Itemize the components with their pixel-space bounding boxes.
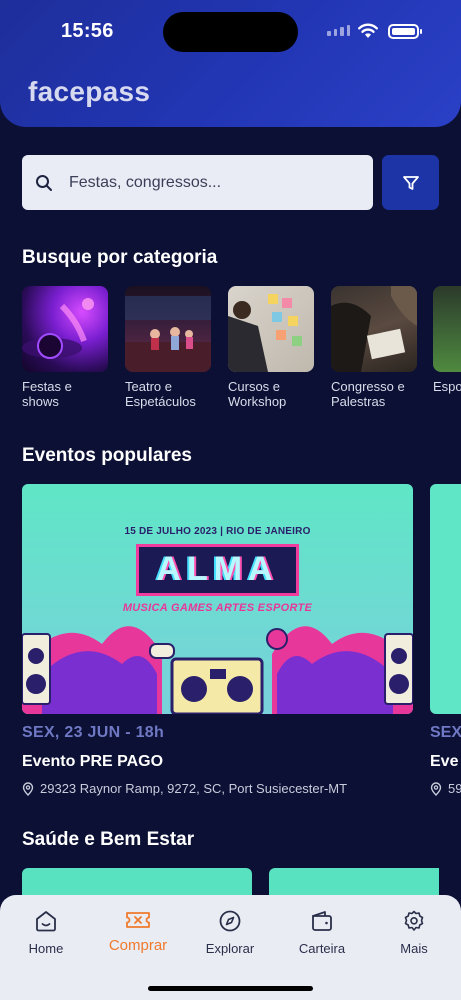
location-pin-icon <box>430 781 442 796</box>
home-indicator[interactable] <box>148 986 313 991</box>
category-congresso[interactable]: Congresso e Palestras <box>331 286 417 409</box>
event-name: Evento PRE PAGO <box>22 753 164 770</box>
category-label: Festas e shows <box>22 379 72 409</box>
banner-artwork <box>22 626 413 714</box>
nav-home[interactable]: Home <box>6 909 86 956</box>
category-cursos[interactable]: Cursos e Workshop <box>228 286 314 409</box>
category-label: Cursos e Workshop <box>228 379 287 409</box>
nav-carteira[interactable]: Carteira <box>282 909 362 956</box>
category-label: Espo <box>433 379 461 394</box>
compass-icon <box>219 910 241 932</box>
filter-button[interactable] <box>382 155 439 210</box>
nav-label: Home <box>28 941 64 956</box>
nav-label: Comprar <box>108 937 168 954</box>
status-time: 15:56 <box>61 20 114 42</box>
search-input[interactable] <box>69 173 349 192</box>
nav-label: Explorar <box>205 941 255 956</box>
event-date: SEX, 23 JUN - 18h <box>22 724 165 741</box>
event-address: 29323 Raynor Ramp, 9272, SC, Port Susiec… <box>40 781 348 796</box>
sports-stadium-photo <box>433 286 461 372</box>
dynamic-island <box>163 12 298 52</box>
banner-title: ALMA <box>156 550 279 588</box>
filter-icon <box>402 175 419 190</box>
categories-title: Busque por categoria <box>22 247 218 268</box>
category-esportes[interactable]: Espo <box>433 286 461 394</box>
category-label: Congresso e Palestras <box>331 379 405 409</box>
event-address-row: 59 <box>430 781 461 796</box>
nav-mais[interactable]: Mais <box>374 909 454 956</box>
category-festas-shows[interactable]: Festas e shows <box>22 286 108 409</box>
banner-date-text: 15 DE JULHO 2023 | RIO DE JANEIRO <box>124 526 311 537</box>
wifi-icon <box>358 23 378 38</box>
nav-label: Carteira <box>298 941 346 956</box>
event-address-row: 29323 Raynor Ramp, 9272, SC, Port Susiec… <box>22 781 413 796</box>
event-date: SEX <box>430 724 461 741</box>
app-header: 15:56 facepass <box>0 0 461 127</box>
nav-explorar[interactable]: Explorar <box>190 909 270 956</box>
search-bar[interactable] <box>22 155 373 210</box>
facepass-logo[interactable]: facepass <box>28 76 150 108</box>
health-section-title: Saúde e Bem Estar <box>22 829 195 850</box>
status-bar: 15:56 <box>0 0 461 62</box>
category-teatro[interactable]: Teatro e Espetáculos <box>125 286 211 409</box>
event-card[interactable]: 15 DE JULHO 2023 | RIO DE JANEIRO ALMA M… <box>22 484 413 796</box>
signal-icon <box>327 25 350 36</box>
workshop-sticky-notes-photo <box>228 286 314 372</box>
theater-stage-photo <box>125 286 211 372</box>
bottom-navigation: Home Comprar Explorar Carteira Mais <box>0 895 461 1000</box>
nav-comprar[interactable]: Comprar <box>98 909 178 954</box>
nav-label: Mais <box>400 941 428 956</box>
event-banner-image: 15 DE JULHO 2023 | RIO DE JANEIRO ALMA M… <box>22 484 413 714</box>
wallet-icon <box>312 911 332 931</box>
event-banner-image <box>430 484 461 714</box>
search-icon <box>36 174 52 191</box>
ticket-icon <box>126 912 150 928</box>
battery-icon <box>388 24 422 39</box>
gear-icon <box>404 910 424 931</box>
home-icon <box>36 911 56 932</box>
event-address: 59 <box>448 781 461 796</box>
dj-party-photo <box>22 286 108 372</box>
popular-events-title: Eventos populares <box>22 445 192 466</box>
category-label: Teatro e Espetáculos <box>125 379 196 409</box>
location-pin-icon <box>22 781 34 796</box>
event-card[interactable]: SEX Eve 59 <box>430 484 461 796</box>
conference-photo <box>331 286 417 372</box>
event-name: Eve <box>430 753 459 770</box>
